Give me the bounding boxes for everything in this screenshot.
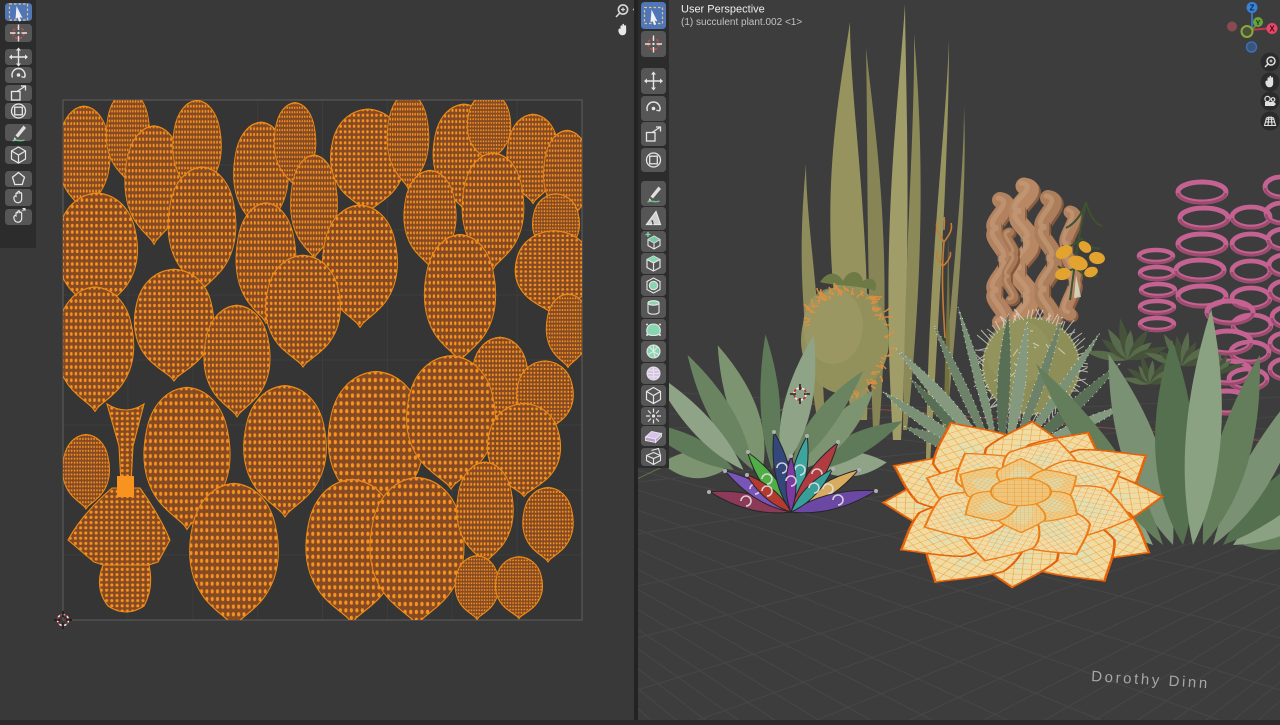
svg-text:User Perspective: User Perspective bbox=[681, 4, 765, 16]
svg-text:(1) succulent plant.002 <1>: (1) succulent plant.002 <1> bbox=[681, 17, 802, 28]
svg-text:Y: Y bbox=[1255, 18, 1260, 27]
svg-text:X: X bbox=[1269, 25, 1275, 34]
svg-text:Z: Z bbox=[1250, 4, 1255, 13]
